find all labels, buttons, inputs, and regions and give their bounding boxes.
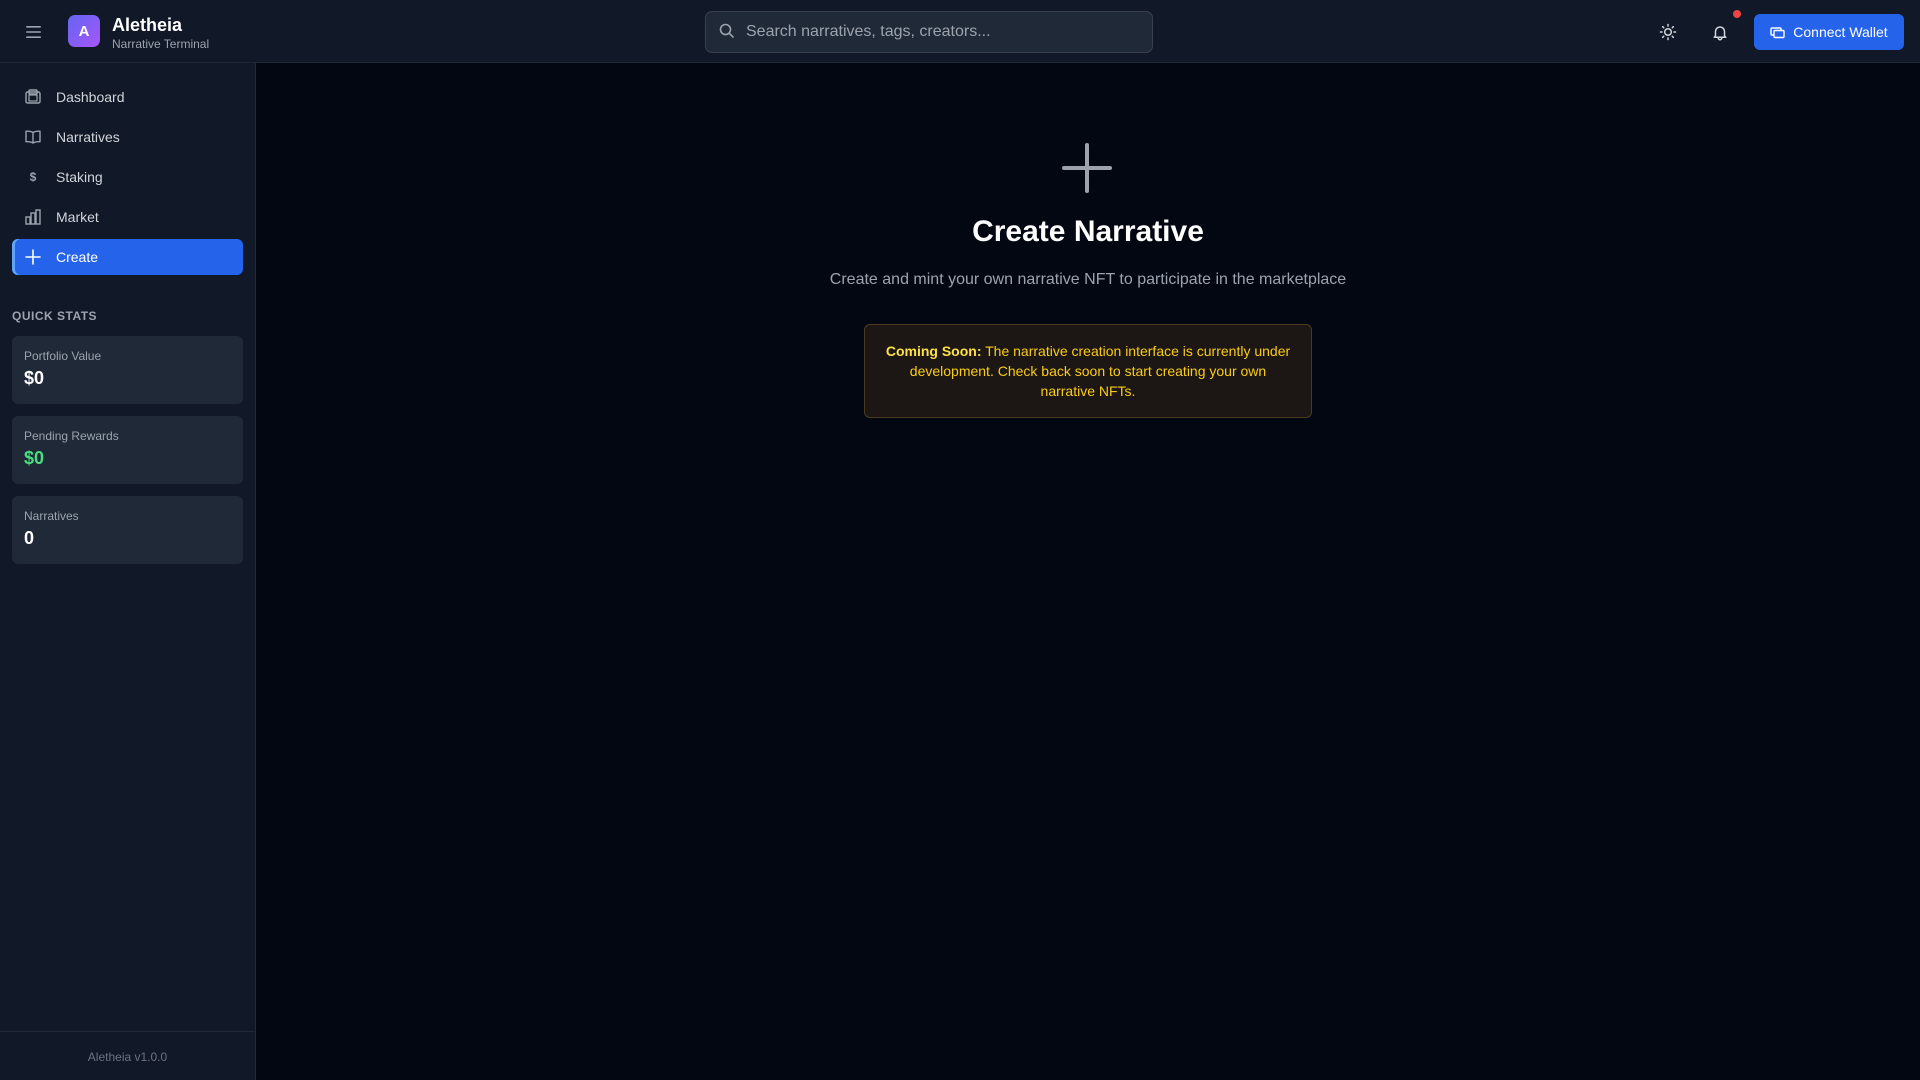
notifications-button[interactable] <box>1702 14 1738 50</box>
sidebar-item-create[interactable]: Create <box>12 239 243 275</box>
quick-stats-title: QUICK STATS <box>12 309 98 323</box>
sidebar-item-label: Dashboard <box>56 89 125 105</box>
page-title: Create Narrative <box>972 215 1204 248</box>
sidebar-item-label: Narratives <box>56 129 120 145</box>
stat-label: Pending Rewards <box>24 429 119 443</box>
coming-soon-notice: Coming Soon: The narrative creation inte… <box>864 324 1312 418</box>
sidebar-item-staking[interactable]: $ Staking <box>12 159 243 195</box>
sidebar: Dashboard Narratives $ Staking Market Cr… <box>0 63 256 1080</box>
brand-title: Aletheia <box>112 15 183 35</box>
sidebar-item-market[interactable]: Market <box>12 199 243 235</box>
stat-value: 0 <box>24 528 35 548</box>
version-footer: Aletheia v1.0.0 <box>0 1031 255 1080</box>
search-input[interactable] <box>746 12 1146 52</box>
search-bar <box>705 11 1153 53</box>
theme-toggle-button[interactable] <box>1650 14 1686 50</box>
notification-dot <box>1733 10 1741 18</box>
wallet-icon <box>1770 26 1785 38</box>
sidebar-item-label: Market <box>56 209 99 225</box>
stat-card-narratives: Narratives 0 <box>12 496 243 564</box>
plus-icon <box>24 248 42 266</box>
bell-icon <box>1713 26 1727 41</box>
brand-subtitle: Narrative Terminal <box>112 37 210 51</box>
book-icon <box>24 128 42 146</box>
connect-wallet-button[interactable]: Connect Wallet <box>1754 14 1904 50</box>
hamburger-menu-button[interactable] <box>22 20 46 44</box>
main-content: Create Narrative Create and mint your ow… <box>256 63 1920 1080</box>
stat-value: $0 <box>24 448 45 468</box>
sun-icon <box>1659 23 1677 41</box>
sidebar-item-label: Staking <box>56 169 103 185</box>
plus-icon <box>1062 143 1112 193</box>
sidebar-item-label: Create <box>56 249 99 265</box>
stat-label: Narratives <box>24 509 79 523</box>
dashboard-icon <box>24 88 42 106</box>
stat-value: $0 <box>24 368 45 388</box>
notice-strong: Coming Soon: <box>885 343 982 359</box>
stat-card-portfolio: Portfolio Value $0 <box>12 336 243 404</box>
sidebar-item-narratives[interactable]: Narratives <box>12 119 243 155</box>
page-subtitle: Create and mint your own narrative NFT t… <box>829 271 1347 288</box>
dollar-icon: $ <box>29 170 37 184</box>
menu-icon <box>26 26 41 38</box>
stat-card-rewards: Pending Rewards $0 <box>12 416 243 484</box>
search-icon <box>719 23 734 38</box>
top-header: A Aletheia Narrative Terminal Search nar… <box>0 0 1920 63</box>
connect-wallet-label: Connect Wallet <box>1793 24 1888 40</box>
stat-label: Portfolio Value <box>24 349 102 363</box>
sidebar-item-dashboard[interactable]: Dashboard <box>12 79 243 115</box>
bar-chart-icon <box>24 208 42 226</box>
logo-badge: A <box>68 15 100 47</box>
